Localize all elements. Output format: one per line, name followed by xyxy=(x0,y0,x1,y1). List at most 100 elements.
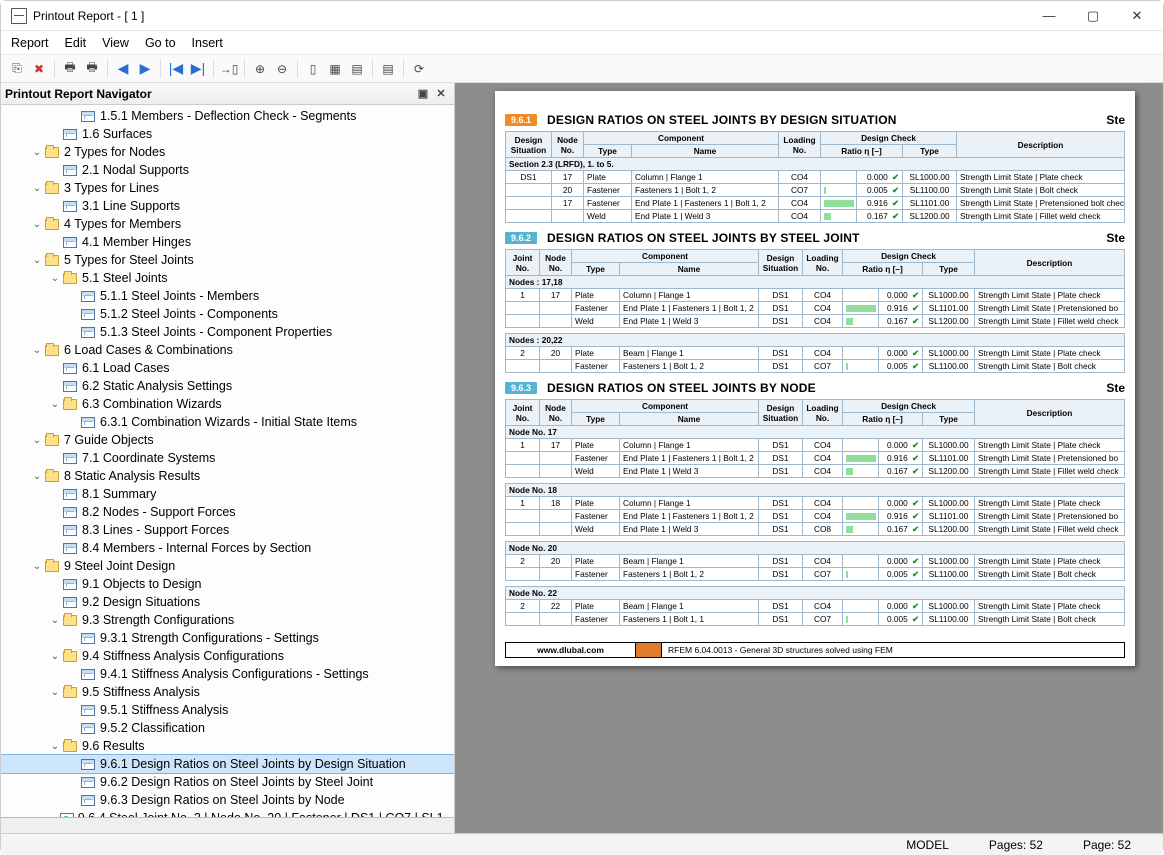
tree-item[interactable]: ⌄5.1 Steel Joints xyxy=(1,269,454,287)
navigator-header: Printout Report Navigator ▣ ✕ xyxy=(1,83,454,105)
status-bar: MODEL Pages: 52 Page: 52 xyxy=(1,833,1163,855)
window-title: Printout Report - [ 1 ] xyxy=(33,9,144,23)
tree-item[interactable]: ·9.6.2 Design Ratios on Steel Joints by … xyxy=(1,773,454,791)
tree-item[interactable]: ·9.1 Objects to Design xyxy=(1,575,454,593)
tree-item[interactable]: ·9.6.1 Design Ratios on Steel Joints by … xyxy=(1,755,454,773)
panel-float-icon[interactable]: ▣ xyxy=(414,85,432,103)
tree-item[interactable]: ·8.4 Members - Internal Forces by Sectio… xyxy=(1,539,454,557)
navigator-hscroll[interactable] xyxy=(1,817,454,833)
tree-item[interactable]: ⌄9.4 Stiffness Analysis Configurations xyxy=(1,647,454,665)
table-row: FastenerFasteners 1 | Bolt 1, 1DS1CO70.0… xyxy=(506,613,1125,626)
tree-item[interactable]: ⌄2 Types for Nodes xyxy=(1,143,454,161)
nav-prev-icon[interactable]: ◀ xyxy=(113,59,133,79)
tree-item[interactable]: ·1.6 Surfaces xyxy=(1,125,454,143)
table-row: 17FastenerEnd Plate 1 | Fasteners 1 | Bo… xyxy=(506,197,1125,210)
page-single-icon[interactable]: ▯ xyxy=(303,59,323,79)
tree-item[interactable]: ⌄7 Guide Objects xyxy=(1,431,454,449)
table-961: DesignSituation NodeNo. Component Loadin… xyxy=(505,131,1125,223)
print-multi-icon[interactable]: 🖶 xyxy=(82,59,102,79)
tree-item[interactable]: ⌄9 Steel Joint Design xyxy=(1,557,454,575)
navigator-tree[interactable]: ·1.5.1 Members - Deflection Check - Segm… xyxy=(1,105,454,817)
nav-next-icon[interactable]: ▶ xyxy=(135,59,155,79)
tree-item[interactable]: ·6.3.1 Combination Wizards - Initial Sta… xyxy=(1,413,454,431)
tree-item[interactable]: ·5.1.2 Steel Joints - Components xyxy=(1,305,454,323)
tree-item[interactable]: ⌄6 Load Cases & Combinations xyxy=(1,341,454,359)
status-page: Page: 52 xyxy=(1063,838,1151,852)
app-icon xyxy=(11,8,27,24)
tree-item[interactable]: ·6.2 Static Analysis Settings xyxy=(1,377,454,395)
table-row: 117PlateColumn | Flange 1DS1CO40.000 ✔SL… xyxy=(506,439,1125,452)
page-multi-icon[interactable]: ▦ xyxy=(325,59,345,79)
tree-item[interactable]: ·9.5.2 Classification xyxy=(1,719,454,737)
section-right: Ste xyxy=(1106,231,1125,245)
tree-item[interactable]: ·8.2 Nodes - Support Forces xyxy=(1,503,454,521)
print-icon[interactable]: 🖶 xyxy=(60,59,80,79)
section-title: DESIGN RATIOS ON STEEL JOINTS BY DESIGN … xyxy=(547,113,1106,127)
tree-item[interactable]: ·2.1 Nodal Supports xyxy=(1,161,454,179)
tree-item[interactable]: ·5.1.3 Steel Joints - Component Properti… xyxy=(1,323,454,341)
export-icon[interactable]: ⎘ xyxy=(7,59,27,79)
table-963: JointNo.NodeNo.ComponentDesignSituationL… xyxy=(505,399,1125,626)
menu-report[interactable]: Report xyxy=(11,36,49,50)
tree-item[interactable]: ·9.6.3 Design Ratios on Steel Joints by … xyxy=(1,791,454,809)
zoom-in-icon[interactable]: ⊕ xyxy=(250,59,270,79)
nav-last-icon[interactable]: ▶| xyxy=(188,59,208,79)
table-row: 20FastenerFasteners 1 | Bolt 1, 2CO70.00… xyxy=(506,184,1125,197)
delete-icon[interactable]: ✖ xyxy=(29,59,49,79)
tree-item[interactable]: ·8.1 Summary xyxy=(1,485,454,503)
table-row: 220PlateBeam | Flange 1DS1CO40.000 ✔SL10… xyxy=(506,555,1125,568)
zoom-out-icon[interactable]: ⊖ xyxy=(272,59,292,79)
section-tag: 9.6.3 xyxy=(505,382,537,394)
menu-edit[interactable]: Edit xyxy=(65,36,87,50)
menu-view[interactable]: View xyxy=(102,36,129,50)
tree-item[interactable]: ⌄9.6 Results xyxy=(1,737,454,755)
tree-item[interactable]: ⌄9.3 Strength Configurations xyxy=(1,611,454,629)
nav-first-icon[interactable]: |◀ xyxy=(166,59,186,79)
table-row: WeldEnd Plate 1 | Weld 3DS1CO40.167 ✔SL1… xyxy=(506,465,1125,478)
tree-item[interactable]: ⌄6.3 Combination Wizards xyxy=(1,395,454,413)
table-row: FastenerFasteners 1 | Bolt 1, 2DS1CO70.0… xyxy=(506,360,1125,373)
tree-item[interactable]: ·1.5.1 Members - Deflection Check - Segm… xyxy=(1,107,454,125)
menu-goto[interactable]: Go to xyxy=(145,36,176,50)
tree-item[interactable]: ⌄9.5 Stiffness Analysis xyxy=(1,683,454,701)
tree-item[interactable]: ·9.3.1 Strength Configurations - Setting… xyxy=(1,629,454,647)
tree-item[interactable]: ·9.2 Design Situations xyxy=(1,593,454,611)
tree-item[interactable]: ·3.1 Line Supports xyxy=(1,197,454,215)
refresh-icon[interactable]: ⟳ xyxy=(409,59,429,79)
section-title: DESIGN RATIOS ON STEEL JOINTS BY STEEL J… xyxy=(547,231,1106,245)
section-right: Ste xyxy=(1106,113,1125,127)
tree-item[interactable]: ·9.4.1 Stiffness Analysis Configurations… xyxy=(1,665,454,683)
preview-area[interactable]: 9.6.1 DESIGN RATIOS ON STEEL JOINTS BY D… xyxy=(455,83,1163,833)
table-962: JointNo.NodeNo.ComponentDesignSituationL… xyxy=(505,249,1125,373)
table-row: DS117PlateColumn | Flange 1CO40.000 ✔SL1… xyxy=(506,171,1125,184)
maximize-button[interactable]: ▢ xyxy=(1071,1,1115,31)
tree-item[interactable]: ·6.1 Load Cases xyxy=(1,359,454,377)
tree-item[interactable]: ·8.3 Lines - Support Forces xyxy=(1,521,454,539)
table-row: WeldEnd Plate 1 | Weld 3DS1CO40.167 ✔SL1… xyxy=(506,315,1125,328)
section-title: DESIGN RATIOS ON STEEL JOINTS BY NODE xyxy=(547,381,1106,395)
menu-insert[interactable]: Insert xyxy=(192,36,223,50)
table-row: FastenerEnd Plate 1 | Fasteners 1 | Bolt… xyxy=(506,510,1125,523)
tree-item[interactable]: ⌄3 Types for Lines xyxy=(1,179,454,197)
tree-item[interactable]: ⌄8 Static Analysis Results xyxy=(1,467,454,485)
tree-item[interactable]: ⌄4 Types for Members xyxy=(1,215,454,233)
options-icon[interactable]: ▤ xyxy=(378,59,398,79)
table-row: FastenerFasteners 1 | Bolt 1, 2DS1CO70.0… xyxy=(506,568,1125,581)
tree-item[interactable]: ·9.5.1 Stiffness Analysis xyxy=(1,701,454,719)
page-layout-icon[interactable]: ▤ xyxy=(347,59,367,79)
goto-page-icon[interactable]: →▯ xyxy=(219,59,239,79)
table-row: 222PlateBeam | Flange 1DS1CO40.000 ✔SL10… xyxy=(506,600,1125,613)
panel-close-icon[interactable]: ✕ xyxy=(432,85,450,103)
toolbar: ⎘ ✖ 🖶 🖶 ◀ ▶ |◀ ▶| →▯ ⊕ ⊖ ▯ ▦ ▤ ▤ ⟳ xyxy=(1,55,1163,83)
tree-item[interactable]: ·7.1 Coordinate Systems xyxy=(1,449,454,467)
close-button[interactable]: ✕ xyxy=(1115,1,1159,31)
table-row: 220PlateBeam | Flange 1DS1CO40.000 ✔SL10… xyxy=(506,347,1125,360)
table-row: 117PlateColumn | Flange 1DS1CO40.000 ✔SL… xyxy=(506,289,1125,302)
tree-item[interactable]: ⌄5 Types for Steel Joints xyxy=(1,251,454,269)
tree-item[interactable]: ·9.6.4 Steel Joint No. 2 | Node No. 20 |… xyxy=(1,809,454,817)
minimize-button[interactable]: — xyxy=(1027,1,1071,31)
section-tag: 9.6.2 xyxy=(505,232,537,244)
tree-item[interactable]: ·5.1.1 Steel Joints - Members xyxy=(1,287,454,305)
tree-item[interactable]: ·4.1 Member Hinges xyxy=(1,233,454,251)
table-row: WeldEnd Plate 1 | Weld 3CO40.167 ✔SL1200… xyxy=(506,210,1125,223)
